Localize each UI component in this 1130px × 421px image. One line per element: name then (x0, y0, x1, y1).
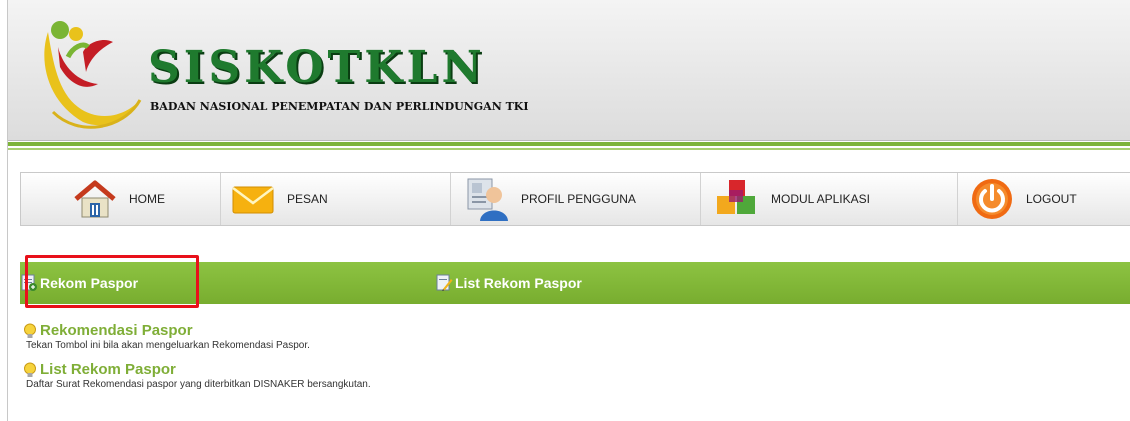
lightbulb-icon (24, 323, 36, 338)
list-item: List Rekom Paspor Daftar Surat Rekomenda… (22, 361, 371, 390)
list-item: Rekomendasi Paspor Tekan Tombol ini bila… (22, 322, 310, 351)
nav-logout-label: LOGOUT (1026, 192, 1077, 206)
nav-profil-pengguna[interactable]: PROFIL PENGGUNA (451, 173, 701, 225)
site-header: SISKOTKLN BADAN NASIONAL PENEMPATAN DAN … (8, 0, 1130, 141)
header-divider-thin (8, 148, 1130, 150)
nav-home-label: HOME (129, 192, 165, 206)
nav-profil-label: PROFIL PENGGUNA (521, 192, 636, 206)
nav-modul-aplikasi[interactable]: MODUL APLIKASI (713, 173, 958, 225)
nav-home[interactable]: HOME (71, 173, 221, 225)
brand-subtitle: BADAN NASIONAL PENEMPATAN DAN PERLINDUNG… (150, 100, 529, 113)
siskotkln-logo (44, 21, 142, 129)
lightbulb-icon (24, 362, 36, 377)
rekomendasi-paspor-link[interactable]: Rekomendasi Paspor (22, 322, 310, 339)
nav-pesan-label: PESAN (287, 192, 328, 206)
header-divider (8, 142, 1130, 146)
nav-pesan[interactable]: PESAN (229, 173, 451, 225)
list-rekom-paspor-title: List Rekom Paspor (40, 361, 176, 378)
list-rekom-paspor-link[interactable]: List Rekom Paspor (22, 361, 371, 378)
home-icon (71, 179, 119, 219)
main-nav: HOME PESAN PROFIL PENGGUNA MODUL APLIKAS… (20, 172, 1130, 226)
nav-logout[interactable]: LOGOUT (968, 173, 1130, 225)
rekomendasi-paspor-title: Rekomendasi Paspor (40, 322, 193, 339)
user-profile-icon (463, 178, 511, 221)
modules-icon (713, 179, 761, 219)
tab-list-rekom-paspor-label: List Rekom Paspor (455, 275, 582, 291)
brand-title: SISKOTKLN (148, 42, 486, 93)
tab-list-rekom-paspor[interactable]: List Rekom Paspor (435, 262, 582, 304)
rekomendasi-paspor-description: Tekan Tombol ini bila akan mengeluarkan … (26, 340, 310, 351)
app-frame: SISKOTKLN BADAN NASIONAL PENEMPATAN DAN … (7, 0, 1130, 421)
envelope-icon (229, 179, 277, 219)
list-rekom-paspor-description: Daftar Surat Rekomendasi paspor yang dit… (26, 379, 371, 390)
nav-modul-label: MODUL APLIKASI (771, 192, 870, 206)
highlight-box (25, 255, 199, 308)
power-icon (968, 179, 1016, 219)
document-edit-icon (436, 274, 453, 291)
